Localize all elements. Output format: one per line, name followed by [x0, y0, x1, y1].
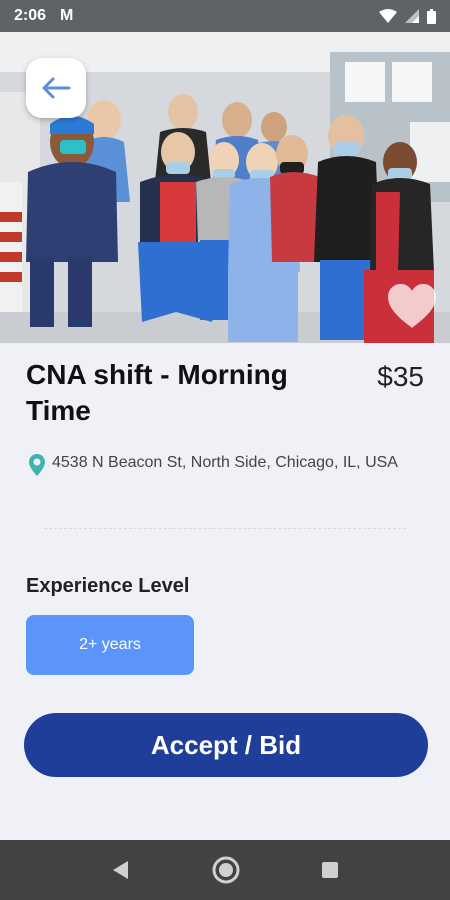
system-nav-bar [0, 840, 450, 900]
arrow-left-icon [42, 77, 71, 99]
status-icons [379, 8, 436, 24]
accept-bid-button[interactable]: Accept / Bid [24, 713, 428, 777]
back-triangle-icon[interactable] [110, 859, 132, 881]
heart-icon [388, 284, 436, 328]
shift-price: $35 [377, 361, 424, 392]
divider [44, 528, 406, 529]
experience-value: 2+ years [79, 636, 141, 653]
back-button[interactable] [26, 58, 86, 118]
shift-title: CNA shift - Morning Time [26, 359, 288, 426]
address-row: 4538 N Beacon St, North Side, Chicago, I… [28, 453, 418, 477]
map-pin-icon [29, 454, 45, 476]
experience-chip: 2+ years [26, 615, 194, 675]
wifi-icon [379, 9, 397, 23]
notification-icon: M [60, 7, 74, 24]
experience-label: Experience Level [26, 575, 190, 597]
shift-address: 4538 N Beacon St, North Side, Chicago, I… [52, 454, 398, 471]
favorite-button[interactable] [386, 282, 438, 330]
recents-square-icon[interactable] [320, 860, 340, 880]
signal-icon [405, 9, 419, 23]
battery-icon [427, 8, 436, 24]
shift-details: CNA shift - Morning Time $35 4538 N Beac… [0, 343, 450, 840]
status-bar: 2:06 M [0, 0, 450, 32]
status-time: 2:06 [14, 7, 47, 24]
home-circle-icon[interactable] [211, 855, 241, 885]
hero-image [0, 32, 450, 343]
